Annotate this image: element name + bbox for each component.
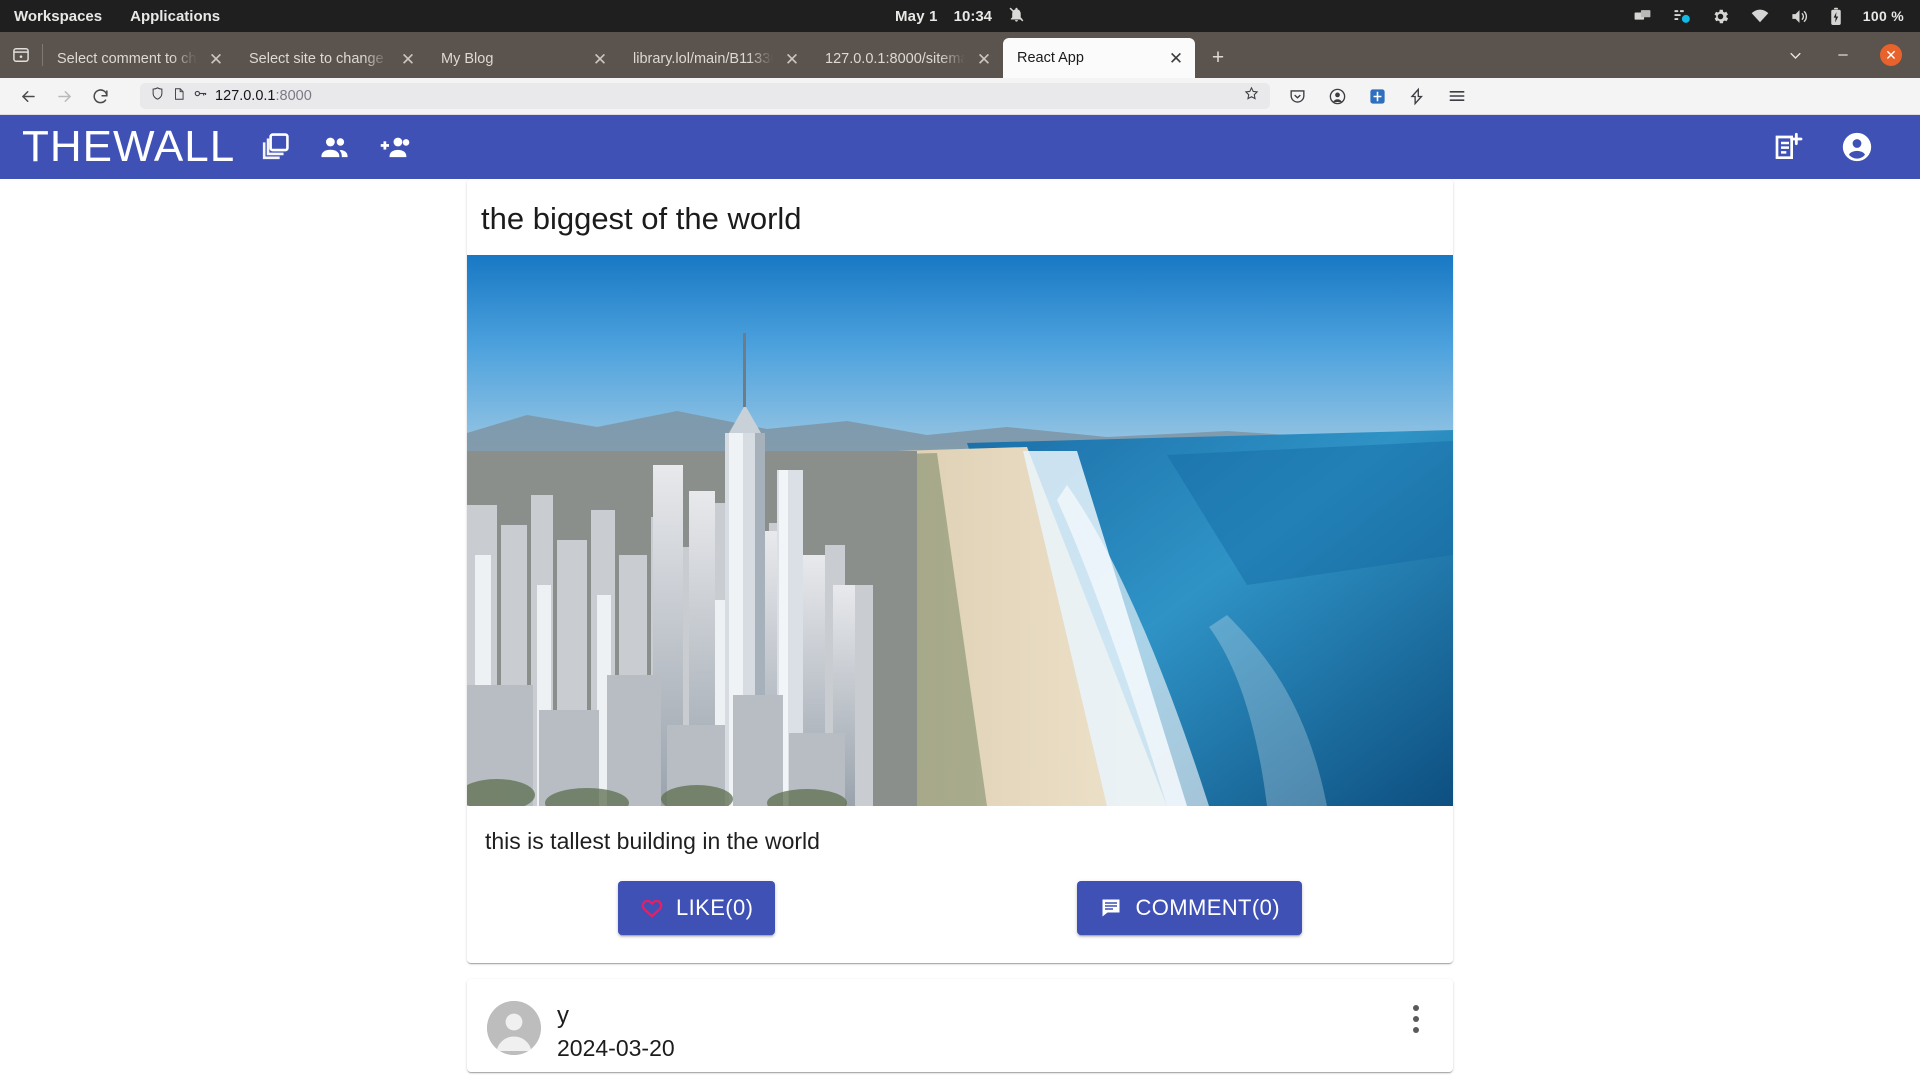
- toolbar-actions: [1278, 83, 1470, 109]
- close-icon[interactable]: ✕: [781, 48, 803, 70]
- minimize-button[interactable]: [1820, 32, 1866, 78]
- star-icon[interactable]: [1243, 85, 1260, 107]
- heart-outline-icon: [640, 896, 664, 920]
- close-icon[interactable]: ✕: [397, 48, 419, 70]
- window-controls: ✕: [1772, 32, 1920, 78]
- back-button[interactable]: [10, 81, 46, 111]
- people-icon[interactable]: [311, 124, 357, 170]
- workspaces-menu[interactable]: Workspaces: [14, 8, 102, 25]
- gear-icon[interactable]: [1711, 7, 1730, 26]
- app-brand-title[interactable]: THEWALL: [22, 125, 235, 169]
- extension-icon[interactable]: [1364, 83, 1390, 109]
- battery-label: 100 %: [1862, 8, 1904, 24]
- tab-strip: Select comment to change | Django site a…: [0, 32, 1920, 78]
- reload-button[interactable]: [82, 81, 118, 111]
- tab-my-blog[interactable]: My Blog ✕: [427, 40, 619, 78]
- close-icon[interactable]: ✕: [205, 48, 227, 70]
- app-header: THEWALL: [0, 115, 1920, 179]
- app-header-nav: [251, 124, 417, 170]
- hamburger-menu-icon[interactable]: [1444, 83, 1470, 109]
- post-caption: this is tallest building in the world: [485, 827, 820, 854]
- tab-list-icon[interactable]: [0, 32, 42, 78]
- clock-time: 10:34: [953, 7, 993, 25]
- pocket-icon[interactable]: [1284, 83, 1310, 109]
- tabs-container: Select comment to change | Django site a…: [43, 32, 1772, 78]
- tab-title: library.lol/main/B11336AF58D53: [633, 51, 773, 67]
- os-menu: Workspaces Applications: [0, 8, 220, 25]
- forward-button[interactable]: [46, 81, 82, 111]
- comment-username[interactable]: y: [557, 1002, 675, 1029]
- speaker-icon[interactable]: [1790, 7, 1809, 26]
- dot: [1413, 1015, 1419, 1022]
- os-system-tray: 100 %: [1633, 6, 1920, 26]
- navigation-toolbar: 127.0.0.1:8000: [0, 78, 1920, 115]
- like-label: LIKE(0): [676, 894, 754, 920]
- browser-window: Select comment to change | Django site a…: [0, 32, 1920, 115]
- tab-title: Select site to change | Django site admi…: [249, 51, 389, 67]
- comment-header: y 2024-03-20: [467, 979, 1453, 1072]
- more-vertical-icon[interactable]: [1401, 1004, 1431, 1033]
- os-clock[interactable]: May 1 10:34: [895, 6, 1025, 27]
- tab-title: 127.0.0.1:8000/sitemap.xml: [825, 51, 965, 67]
- battery-charging-icon[interactable]: [1829, 7, 1843, 26]
- comment-label: COMMENT(0): [1135, 894, 1280, 920]
- like-button[interactable]: LIKE(0): [618, 880, 776, 935]
- comment-date: 2024-03-20: [557, 1035, 675, 1062]
- url-text: 127.0.0.1:8000: [215, 88, 312, 104]
- shield-icon[interactable]: [150, 86, 165, 106]
- applications-menu[interactable]: Applications: [130, 8, 220, 25]
- url-host: 127.0.0.1: [215, 88, 276, 104]
- comment-button[interactable]: COMMENT(0): [1077, 880, 1302, 935]
- post-add-icon[interactable]: [1766, 124, 1812, 170]
- person-avatar-icon: [487, 1000, 541, 1055]
- os-top-panel: Workspaces Applications May 1 10:34 100 …: [0, 0, 1920, 32]
- person-add-icon[interactable]: [371, 124, 417, 170]
- tab-react-app[interactable]: React App ✕: [1003, 38, 1195, 78]
- copy-posts-icon[interactable]: [251, 124, 297, 170]
- network-activity-icon[interactable]: [1672, 7, 1691, 26]
- wifi-icon[interactable]: [1750, 6, 1770, 26]
- close-icon[interactable]: ✕: [973, 48, 995, 70]
- post-action-bar: LIKE(0) COMMENT(0): [467, 875, 1453, 963]
- dot: [1413, 1026, 1419, 1033]
- tab-select-site[interactable]: Select site to change | Django site admi…: [235, 40, 427, 78]
- tab-select-comment[interactable]: Select comment to change | Django site a…: [43, 40, 235, 78]
- list-all-tabs-button[interactable]: [1772, 32, 1818, 78]
- page-icon[interactable]: [172, 87, 186, 106]
- tab-title: My Blog: [441, 51, 494, 67]
- screens-icon[interactable]: [1633, 7, 1652, 26]
- clock-date: May 1: [894, 7, 938, 25]
- bell-muted-icon[interactable]: [1008, 6, 1025, 27]
- close-window-button[interactable]: ✕: [1868, 32, 1914, 78]
- account-circle-icon[interactable]: [1324, 83, 1350, 109]
- url-port: :8000: [275, 88, 312, 104]
- tab-library-lol[interactable]: library.lol/main/B11336AF58D53 ✕: [619, 40, 811, 78]
- account-circle-icon[interactable]: [1834, 124, 1880, 170]
- post-card: the biggest of the world this is tallest…: [467, 179, 1453, 963]
- close-icon[interactable]: ✕: [589, 48, 611, 70]
- close-icon: ✕: [1880, 44, 1902, 66]
- tab-title: React App: [1017, 50, 1084, 66]
- new-tab-button[interactable]: +: [1201, 41, 1235, 75]
- post-image[interactable]: [467, 254, 1453, 806]
- tab-sitemap[interactable]: 127.0.0.1:8000/sitemap.xml ✕: [811, 40, 1003, 78]
- save-to-pocket-icon[interactable]: [1404, 83, 1430, 109]
- app-header-actions: [1766, 124, 1898, 170]
- comment-card: y 2024-03-20: [467, 978, 1453, 1073]
- feed-content: the biggest of the world this is tallest…: [0, 179, 1920, 1080]
- post-title: the biggest of the world: [481, 201, 802, 236]
- comment-meta: y 2024-03-20: [557, 1001, 675, 1062]
- comment-icon: [1099, 896, 1123, 920]
- url-bar[interactable]: 127.0.0.1:8000: [140, 83, 1270, 109]
- close-icon[interactable]: ✕: [1165, 47, 1187, 69]
- dot: [1413, 1004, 1419, 1011]
- key-icon[interactable]: [193, 86, 208, 106]
- tab-title: Select comment to change | Django site a…: [57, 51, 197, 67]
